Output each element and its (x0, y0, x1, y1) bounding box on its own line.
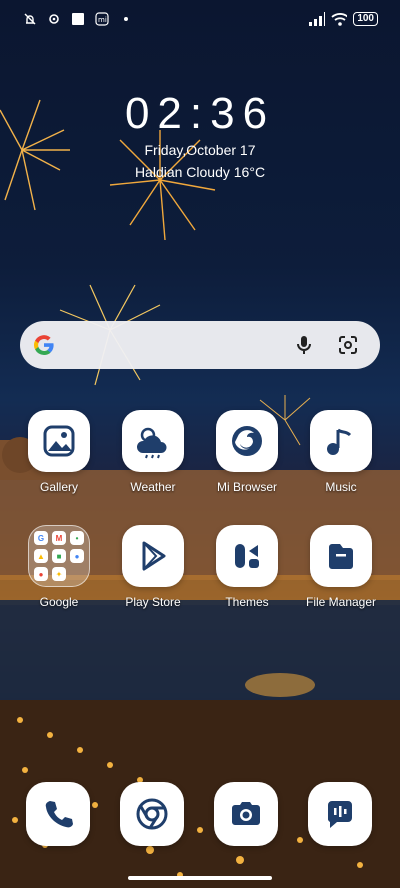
weather-summary: Haldian Cloudy 16°C (134, 164, 266, 180)
wifi-icon (331, 11, 348, 27)
app-label: Play Store (125, 595, 181, 609)
signal-icon (309, 11, 326, 27)
battery-indicator: 100 (353, 12, 378, 26)
file-manager-icon (310, 525, 372, 587)
no-notification-icon (22, 11, 38, 27)
gallery-icon (28, 410, 90, 472)
dock-camera[interactable] (201, 782, 291, 846)
folder-app-icon: ▲ (34, 549, 48, 563)
svg-text:mi: mi (98, 16, 107, 24)
app-themes[interactable]: Themes (202, 525, 292, 609)
browser-icon (216, 410, 278, 472)
app-gallery[interactable]: Gallery (14, 410, 104, 494)
settings-icon (46, 11, 62, 27)
clock-widget[interactable]: 02:36 Friday,October 17 Haldian Cloudy 1… (0, 89, 400, 181)
folder-app-icon: ● (70, 549, 84, 563)
play-store-icon (122, 525, 184, 587)
app-weather[interactable]: Weather (108, 410, 198, 494)
status-left-icons: mi (22, 11, 134, 27)
app-google-folder[interactable]: G M • ▲ ■ ● ● ✦ Google (14, 525, 104, 609)
app-label: Gallery (39, 480, 78, 494)
folder-app-icon: ✦ (52, 567, 66, 581)
app-label: Music (325, 480, 357, 494)
google-logo-icon (32, 333, 56, 362)
chrome-icon (120, 782, 184, 846)
status-right-icons: 100 (309, 11, 378, 27)
google-lens-icon[interactable] (336, 333, 360, 362)
camera-icon (214, 782, 278, 846)
folder-app-icon: ● (34, 567, 48, 581)
dock-chrome[interactable] (107, 782, 197, 846)
mic-icon[interactable] (292, 333, 316, 362)
music-icon (310, 410, 372, 472)
status-bar: mi 100 (0, 0, 400, 38)
clock-date: Friday,October 17 (144, 142, 256, 158)
messages-icon (308, 782, 372, 846)
dock-messages[interactable] (295, 782, 385, 846)
folder-app-icon (70, 567, 84, 581)
dot-icon (118, 11, 134, 27)
google-search-bar[interactable] (20, 321, 380, 369)
home-screen: mi 100 02:36 Friday,October 17 Haldian C… (0, 0, 400, 888)
themes-icon (216, 525, 278, 587)
home-indicator[interactable] (128, 876, 272, 880)
weather-icon (122, 410, 184, 472)
mi-icon: mi (94, 11, 110, 27)
folder-app-icon: • (70, 531, 84, 545)
app-label: Google (39, 595, 79, 609)
river (0, 600, 400, 710)
phone-icon (26, 782, 90, 846)
app-label: File Manager (305, 595, 377, 609)
app-label: Mi Browser (216, 480, 277, 494)
app-label: Weather (130, 480, 176, 494)
square-icon (70, 11, 86, 27)
clock-time: 02:36 (124, 89, 276, 138)
app-mi-browser[interactable]: Mi Browser (202, 410, 292, 494)
app-label: Themes (225, 595, 269, 609)
folder-app-icon: M (52, 531, 66, 545)
app-play-store[interactable]: Play Store (108, 525, 198, 609)
folder-app-icon: ■ (52, 549, 66, 563)
app-file-manager[interactable]: File Manager (296, 525, 386, 609)
app-music[interactable]: Music (296, 410, 386, 494)
dock-phone[interactable] (13, 782, 103, 846)
google-folder-icon: G M • ▲ ■ ● ● ✦ (28, 525, 90, 587)
folder-app-icon: G (34, 531, 48, 545)
